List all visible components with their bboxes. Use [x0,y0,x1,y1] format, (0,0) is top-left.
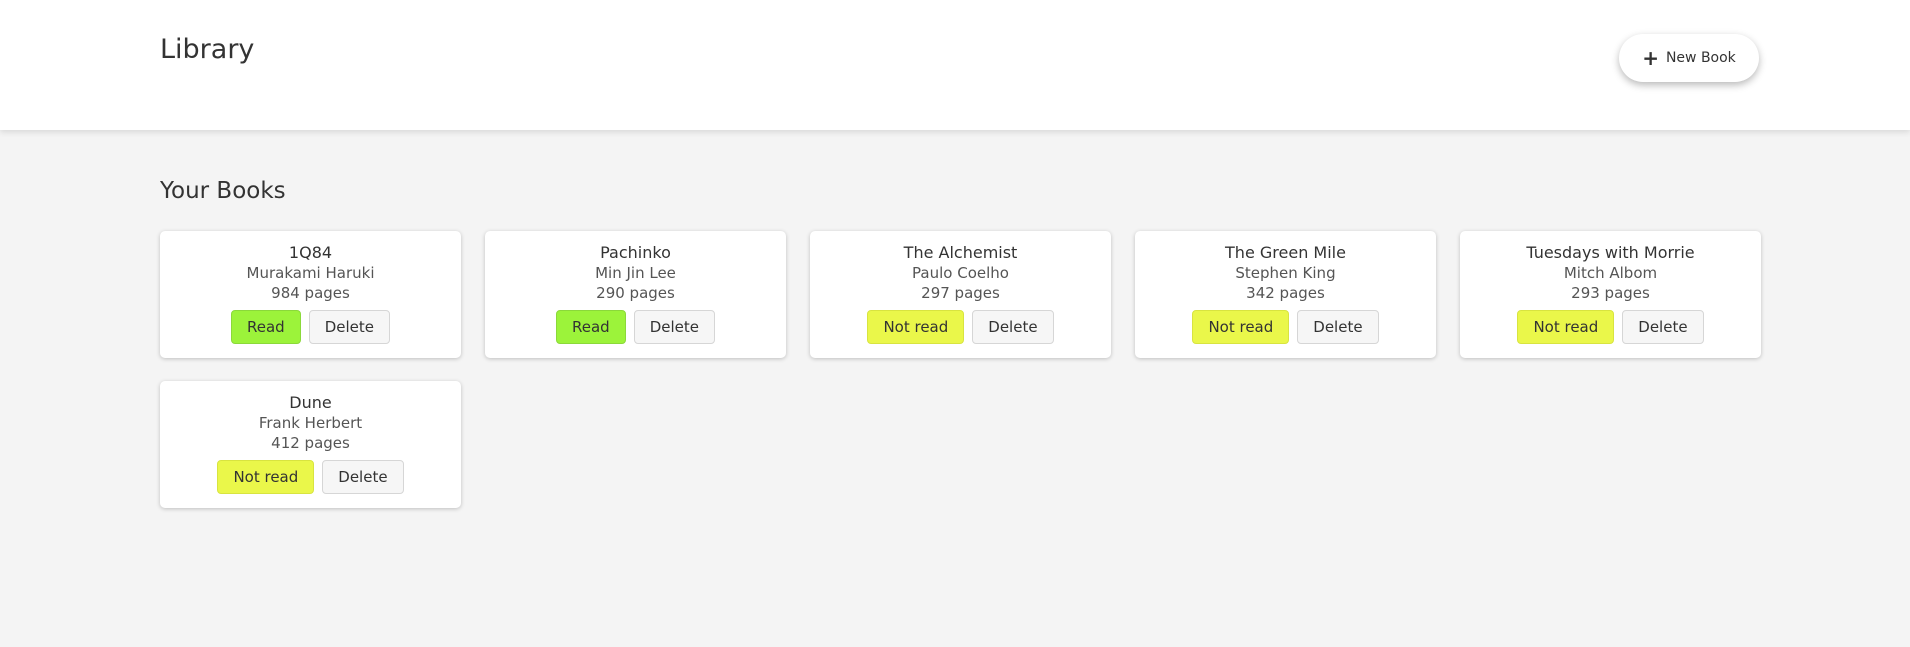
book-author: Frank Herbert [258,414,363,432]
delete-button[interactable]: Delete [308,310,390,344]
read-status-button[interactable]: Not read [1517,310,1615,344]
section-title: Your Books [160,178,286,204]
card-actions: Read Delete [556,310,715,344]
read-status-button[interactable]: Not read [1192,310,1290,344]
app-header: Library + New Book [0,0,1910,130]
read-status-button[interactable]: Read [556,310,626,344]
card-actions: Not read Delete [867,310,1054,344]
read-status-button[interactable]: Not read [867,310,965,344]
book-card: The Alchemist Paulo Coelho 297 pages Not… [810,231,1111,358]
book-author: Paulo Coelho [912,264,1009,282]
card-actions: Not read Delete [1517,310,1704,344]
delete-button[interactable]: Delete [972,310,1054,344]
delete-button[interactable]: Delete [1297,310,1379,344]
new-book-button[interactable]: + New Book [1619,34,1759,82]
delete-button[interactable]: Delete [1622,310,1704,344]
book-pages: 342 pages [1246,284,1325,302]
book-title: The Alchemist [903,243,1018,262]
delete-button[interactable]: Delete [633,310,715,344]
book-grid: 1Q84 Murakami Haruki 984 pages Read Dele… [160,231,1761,508]
book-card: Dune Frank Herbert 412 pages Not read De… [160,381,461,508]
read-status-button[interactable]: Read [231,310,301,344]
book-pages: 412 pages [271,434,350,452]
book-title: The Green Mile [1225,243,1346,262]
book-card: 1Q84 Murakami Haruki 984 pages Read Dele… [160,231,461,358]
card-actions: Not read Delete [217,460,404,494]
book-author: Mitch Albom [1563,264,1658,282]
book-pages: 984 pages [271,284,350,302]
book-title: Pachinko [600,243,671,262]
book-card: The Green Mile Stephen King 342 pages No… [1135,231,1436,358]
book-author: Stephen King [1235,264,1336,282]
card-actions: Read Delete [231,310,390,344]
read-status-button[interactable]: Not read [217,460,315,494]
new-book-label: New Book [1665,50,1736,66]
book-pages: 297 pages [921,284,1000,302]
card-actions: Not read Delete [1192,310,1379,344]
book-card: Pachinko Min Jin Lee 290 pages Read Dele… [485,231,786,358]
book-card: Tuesdays with Morrie Mitch Albom 293 pag… [1460,231,1761,358]
book-title: Dune [289,393,332,412]
book-title: 1Q84 [288,243,333,262]
book-author: Murakami Haruki [246,264,375,282]
book-title: Tuesdays with Morrie [1526,243,1695,262]
app-title: Library [160,34,255,65]
book-pages: 293 pages [1571,284,1650,302]
book-author: Min Jin Lee [595,264,676,282]
book-pages: 290 pages [596,284,675,302]
delete-button[interactable]: Delete [322,460,404,494]
plus-icon: + [1642,46,1659,70]
